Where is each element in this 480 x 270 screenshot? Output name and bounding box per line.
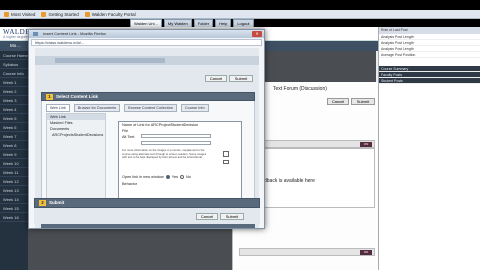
step-title: Select Content Link xyxy=(56,94,99,99)
alt-text-input[interactable] xyxy=(141,141,211,145)
panel-spacer xyxy=(379,58,480,66)
browser-tab[interactable]: Folder xyxy=(193,19,214,27)
browser-tab[interactable]: Walden Uni... xyxy=(130,19,162,27)
nav-item[interactable]: Week 14 xyxy=(0,195,28,204)
editor-toolbar: ON xyxy=(239,248,375,256)
bookmark-icon xyxy=(84,11,90,17)
alt-text-help: For more information on the images in a … xyxy=(122,148,207,160)
browser-tab[interactable]: Help xyxy=(215,19,232,27)
radio-yes[interactable] xyxy=(165,175,170,179)
behavior-label: Behavior xyxy=(122,182,137,186)
link-properties-box: Name of Link for ARCProjectStudentDecisi… xyxy=(118,121,242,199)
nav-item[interactable]: Week 13 xyxy=(0,186,28,195)
nav-item[interactable]: Week 9 xyxy=(0,150,28,159)
feedback-text: …dback is available here xyxy=(259,178,315,184)
submit-button[interactable]: Submit xyxy=(220,213,244,220)
screen: Most Visited Getting Started Walden Facu… xyxy=(0,0,480,270)
nav-item[interactable]: Week 10 xyxy=(0,159,28,168)
nav-item[interactable]: Week 3 xyxy=(0,96,28,105)
course-menu[interactable]: Mo… xyxy=(10,43,21,48)
submit-button[interactable]: Submit xyxy=(351,98,375,105)
nav-item[interactable]: Course Home xyxy=(0,51,28,60)
cancel-button[interactable]: Cancel xyxy=(327,98,349,105)
step-header: 1 Select Content Link xyxy=(41,92,255,101)
step-header: 2 Submit xyxy=(34,198,260,208)
editor-badge[interactable]: ON xyxy=(360,250,372,255)
bookmark-walden-portal[interactable]: Walden Faculty Portal xyxy=(84,11,136,17)
nav-item[interactable]: Week 16 xyxy=(0,213,28,222)
nav-item[interactable]: Week 7 xyxy=(0,132,28,141)
browse-icon[interactable] xyxy=(223,151,229,157)
link-type-tabs: Web Link Browse for Documents Browse Con… xyxy=(46,104,252,112)
step-number: 1 xyxy=(46,94,53,100)
open-new-window-row: Open link in new window Yes No xyxy=(122,175,191,179)
folder-item[interactable]: ARCProjectsStudentDecisions xyxy=(47,132,105,138)
nav-item[interactable]: Syllabus xyxy=(0,60,28,69)
browser-tab[interactable]: My Walden xyxy=(163,19,192,27)
nav-item[interactable]: Course Info xyxy=(0,69,28,78)
nav-item[interactable]: Week 8 xyxy=(0,141,28,150)
dialog-footer: Cancel Submit xyxy=(34,208,260,224)
panel-row[interactable]: Student Posts xyxy=(379,78,480,84)
forum-title: Text Forum (Discussion) xyxy=(273,86,327,92)
step-title: Submit xyxy=(49,200,65,205)
panel-header: Role of Last Post xyxy=(379,27,480,34)
submit-button[interactable]: Submit xyxy=(229,75,253,82)
file-input[interactable] xyxy=(141,134,211,138)
tab-web-link[interactable]: Web Link xyxy=(46,104,70,112)
radio-no[interactable] xyxy=(180,175,184,179)
tab-browse-collection[interactable]: Browse Content Collection xyxy=(124,104,177,112)
dialog-title: Insert Content Link - Mozilla Firefox xyxy=(43,31,106,36)
bookmark-getting-started[interactable]: Getting Started xyxy=(41,11,79,17)
nav-item[interactable]: Week 4 xyxy=(0,105,28,114)
bookmark-icon xyxy=(4,11,9,17)
tool-banner xyxy=(35,56,259,65)
course-nav: Course Home Syllabus Course Info Week 1 Week… xyxy=(0,51,28,270)
cancel-button[interactable]: Cancel xyxy=(205,75,227,82)
logo-tagline: A higher degree. xyxy=(3,35,29,39)
dialog-titlebar: Insert Content Link - Mozilla Firefox ✕ xyxy=(29,30,264,38)
right-panel: Role of Last Post Analysis Post Length Ana… xyxy=(378,27,480,270)
browser-tab[interactable]: Logout xyxy=(233,19,254,27)
step-number: 2 xyxy=(39,200,46,206)
tab-course-info[interactable]: Course Info xyxy=(180,104,209,112)
nav-item[interactable]: Week 11 xyxy=(0,168,28,177)
nav-item[interactable]: Week 15 xyxy=(0,204,28,213)
step-divider xyxy=(41,224,255,228)
bookmarks-bar: Most Visited Getting Started Walden Facu… xyxy=(0,10,480,19)
firefox-icon xyxy=(33,32,38,36)
nav-item[interactable]: Week 2 xyxy=(0,87,28,96)
nav-item[interactable]: Week 5 xyxy=(0,114,28,123)
tab-browse-documents[interactable]: Browse for Documents xyxy=(73,104,121,112)
dialog-url: https://class.waldenu.edu/... xyxy=(31,39,262,46)
cancel-button[interactable]: Cancel xyxy=(196,213,218,220)
banner-graphic xyxy=(55,58,165,63)
source-list: Web Link Mashed Files Documents ARCProje… xyxy=(46,113,106,209)
nav-item[interactable]: Week 1 xyxy=(0,78,28,87)
browser-tabs: Walden Uni... My Walden Folder Help Logo… xyxy=(130,19,480,27)
preview-icon[interactable] xyxy=(223,160,229,164)
nav-item[interactable]: Week 12 xyxy=(0,177,28,186)
nav-item[interactable]: Week 6 xyxy=(0,123,28,132)
bookmark-most-visited[interactable]: Most Visited xyxy=(4,11,35,17)
editor-badge[interactable]: ON xyxy=(360,142,372,147)
bookmark-icon xyxy=(41,11,47,17)
close-icon[interactable]: ✕ xyxy=(252,31,262,37)
